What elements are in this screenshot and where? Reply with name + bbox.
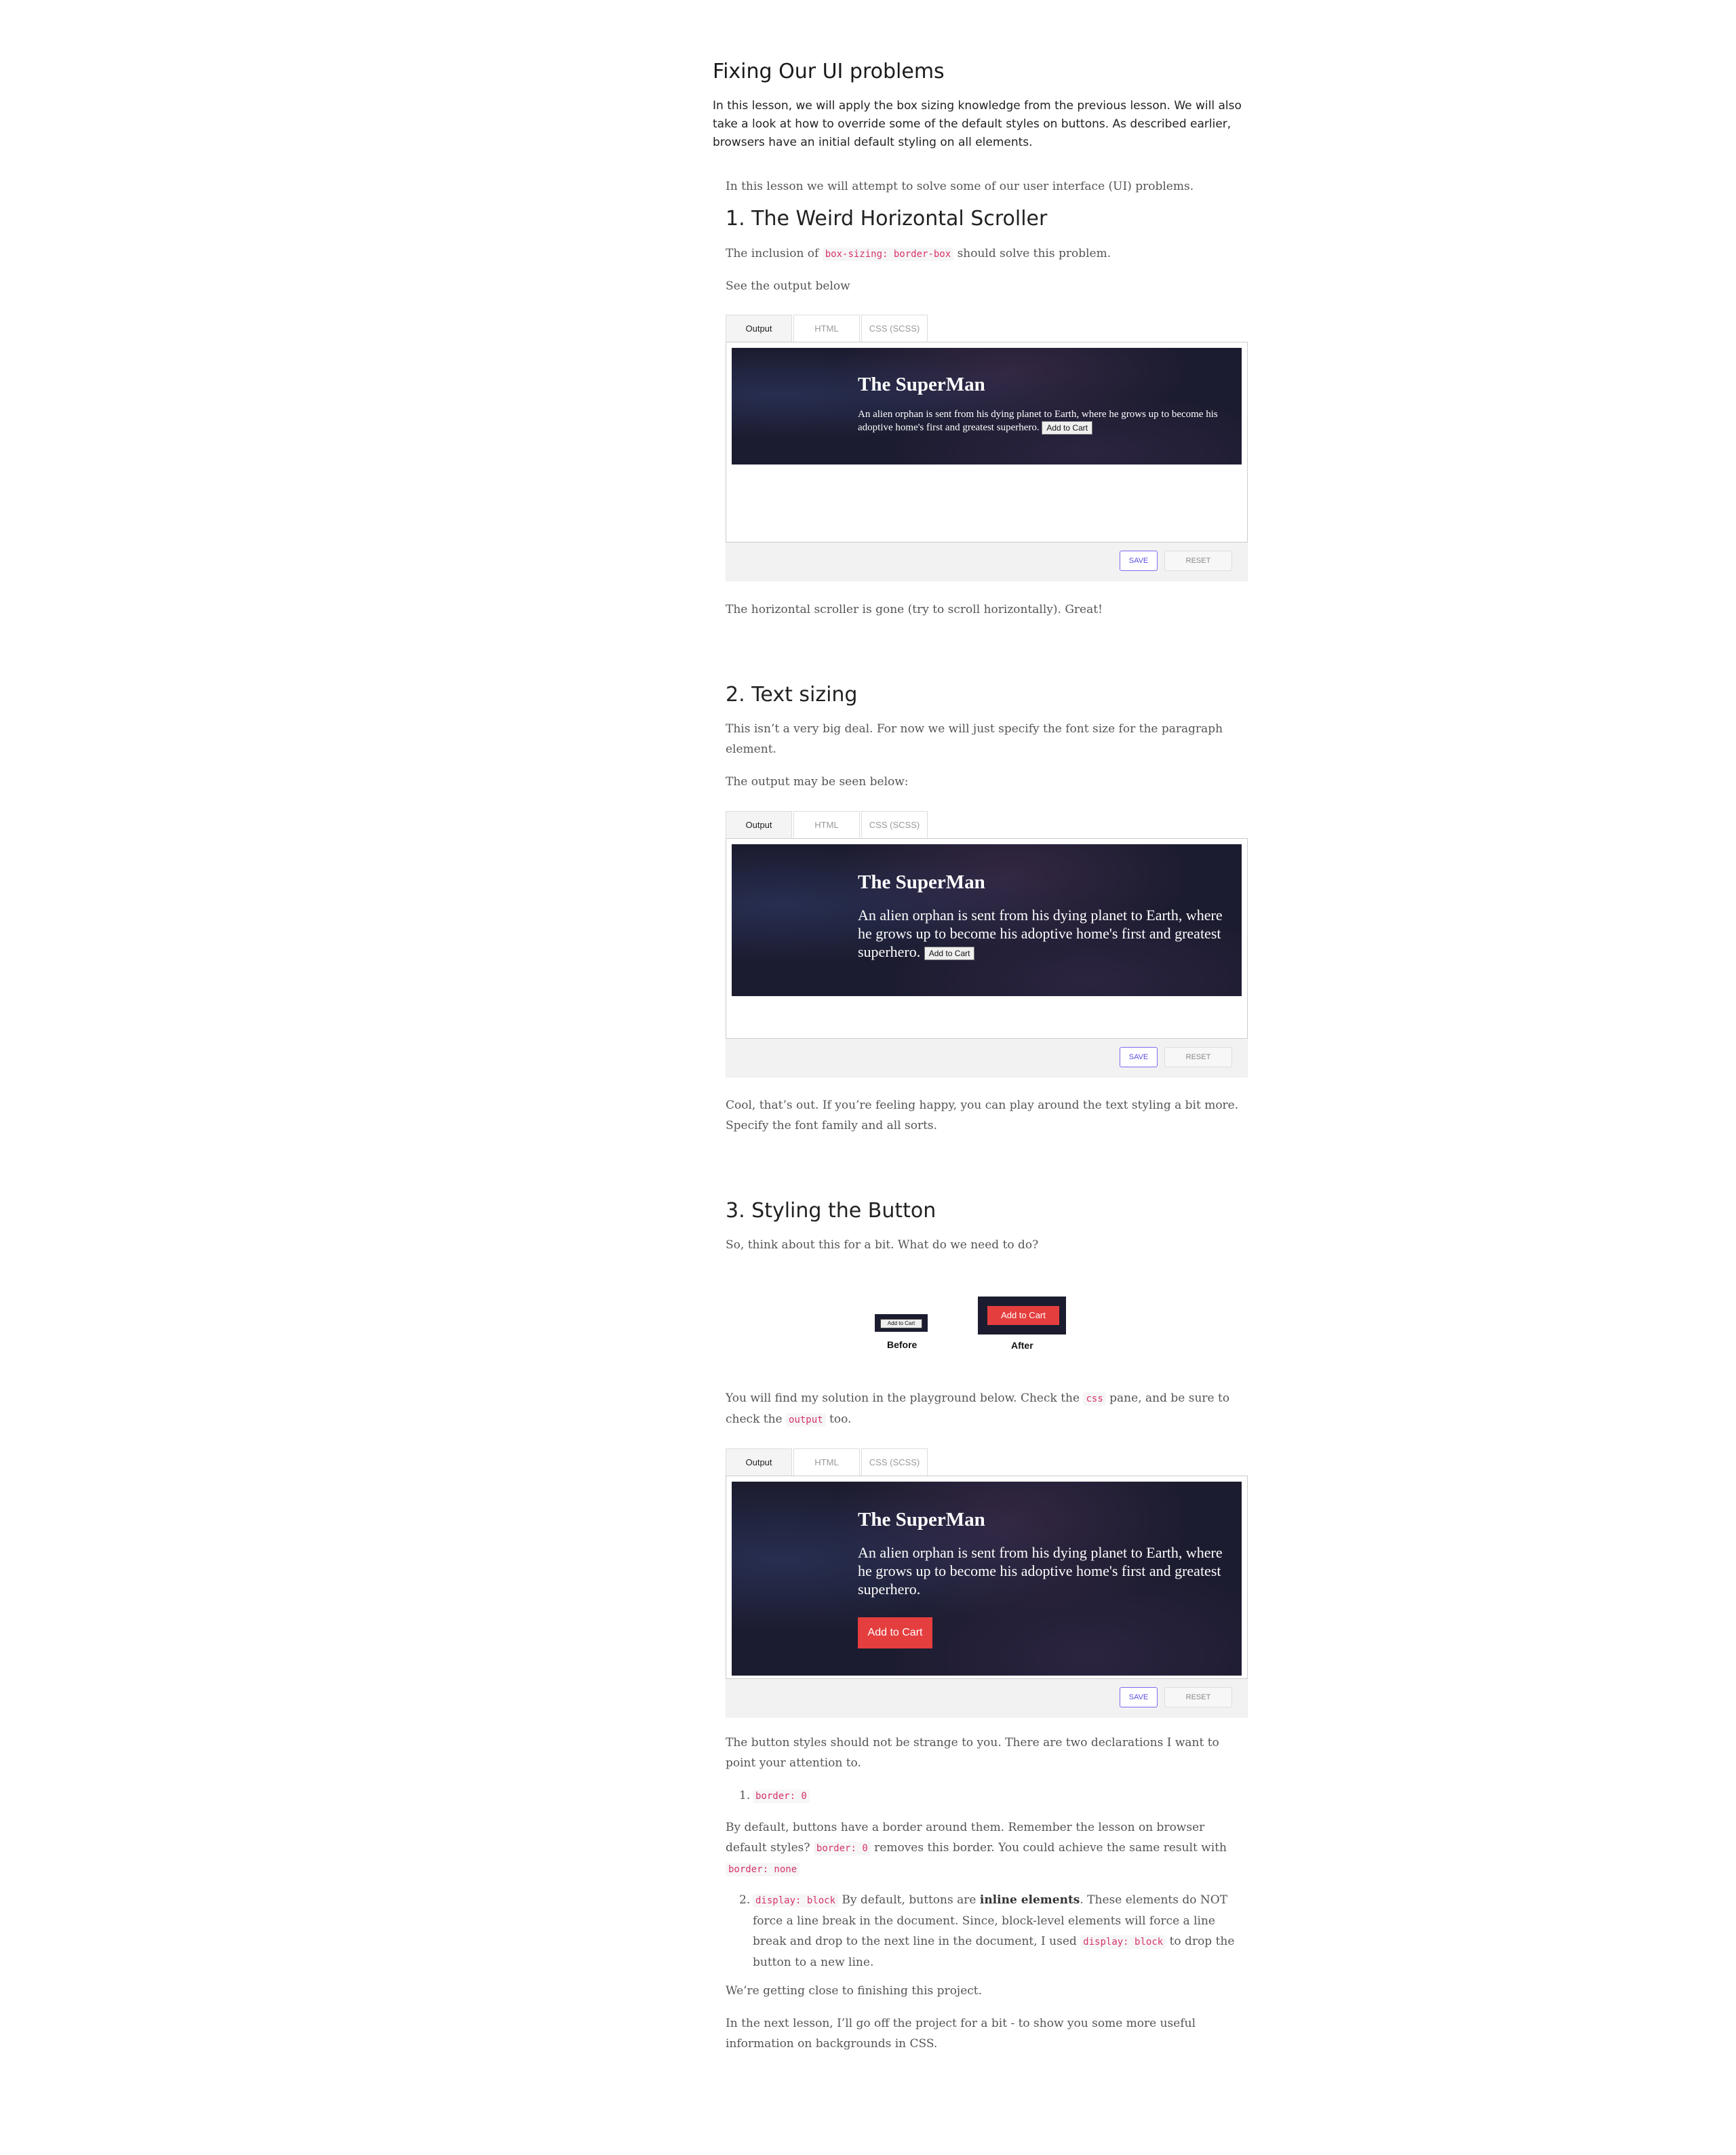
section2-after: Cool, that’s out. If you’re feeling happ… [726,1099,1239,1132]
tab-html[interactable]: HTML [793,1448,860,1476]
section3-paragraph-5: We’re getting close to finishing this pr… [726,1984,983,1998]
section2-paragraph-2: The output may be seen below: [726,775,909,789]
inline-code: output [786,1413,826,1427]
code-playground-3: Output HTML CSS (SCSS) The SuperMan An a… [726,1448,1248,1718]
hero-text: An alien orphan is sent from his dying p… [858,1544,1223,1598]
tab-css[interactable]: CSS (SCSS) [861,315,928,342]
section1-paragraph-2: See the output below [726,279,850,293]
save-button[interactable]: SAVE [1120,1047,1158,1067]
add-to-cart-button[interactable]: Add to Cart [1042,421,1093,435]
section3-paragraph-2: You will find my solution in the playgro… [726,1391,1230,1427]
section1-after: The horizontal scroller is gone (try to … [726,603,1103,616]
inline-code: border: 0 [753,1790,810,1803]
tab-css[interactable]: CSS (SCSS) [861,811,928,838]
before-figure: Add to Cart [875,1314,928,1332]
playground-tabs: Output HTML CSS (SCSS) [726,811,1248,838]
hero-banner: The SuperMan An alien orphan is sent fro… [732,844,1242,996]
section-heading-2: 2. Text sizing [726,683,858,707]
after-button-image: Add to Cart [987,1306,1059,1325]
hero-title: The SuperMan [858,871,985,893]
tab-output[interactable]: Output [726,315,792,342]
section1-paragraph: The inclusion of box-sizing: border-box … [726,247,1111,261]
output-frame: The SuperMan An alien orphan is sent fro… [726,1476,1248,1679]
hero-title: The SuperMan [858,374,985,395]
tab-output[interactable]: Output [726,1448,792,1476]
inline-code: css [1083,1392,1106,1406]
hero-text: An alien orphan is sent from his dying p… [858,907,1223,960]
page-title: Fixing Our UI problems [713,60,945,83]
save-button[interactable]: SAVE [1120,1687,1158,1707]
reset-button[interactable]: RESET [1164,1047,1232,1067]
inline-code: border: 0 [813,1842,871,1855]
output-frame: The SuperMan An alien orphan is sent fro… [726,342,1248,542]
ordered-list-1: 1. border: 0 [726,1785,1248,1806]
playground-tabs: Output HTML CSS (SCSS) [726,315,1248,342]
inline-code: display: block [753,1894,839,1907]
playground-footer: SAVE RESET [726,1039,1248,1078]
section3-paragraph-3: The button styles should not be strange … [726,1736,1219,1770]
lead-paragraph: In this lesson we will attempt to solve … [726,180,1194,193]
save-button[interactable]: SAVE [1120,551,1158,571]
section3-paragraph-6: In the next lesson, I’ll go off the proj… [726,2017,1196,2051]
inline-code: box-sizing: border-box [822,248,954,261]
hero-title: The SuperMan [858,1509,985,1530]
section-heading-3: 3. Styling the Button [726,1199,936,1223]
playground-footer: SAVE RESET [726,542,1248,581]
section2-paragraph: This isn’t a very big deal. For now we w… [726,722,1223,756]
inline-code: border: none [726,1863,800,1876]
ordered-list-2: 2. display: block By default, buttons are… [726,1890,1248,1973]
lesson-intro: In this lesson, we will apply the box si… [713,99,1242,149]
after-label: After [1011,1340,1033,1351]
code-playground-2: Output HTML CSS (SCSS) The SuperMan An a… [726,811,1248,1078]
tab-html[interactable]: HTML [793,811,860,838]
reset-button[interactable]: RESET [1164,551,1232,571]
list-item: 2. display: block By default, buttons are… [739,1893,1235,1969]
hero-banner: The SuperMan An alien orphan is sent fro… [732,348,1242,464]
tab-output[interactable]: Output [726,811,792,838]
output-frame: The SuperMan An alien orphan is sent fro… [726,838,1248,1039]
playground-tabs: Output HTML CSS (SCSS) [726,1448,1248,1476]
section3-paragraph: So, think about this for a bit. What do … [726,1238,1039,1252]
playground-footer: SAVE RESET [726,1679,1248,1718]
reset-button[interactable]: RESET [1164,1687,1232,1707]
hero-banner: The SuperMan An alien orphan is sent fro… [732,1482,1242,1676]
section-heading-1: 1. The Weird Horizontal Scroller [726,207,1048,231]
tab-css[interactable]: CSS (SCSS) [861,1448,928,1476]
add-to-cart-button[interactable]: Add to Cart [858,1617,932,1648]
inline-code: display: block [1080,1935,1166,1949]
code-playground-1: Output HTML CSS (SCSS) The SuperMan An a… [726,315,1248,581]
section3-paragraph-4: By default, buttons have a border around… [726,1821,1227,1876]
before-label: Before [887,1339,918,1350]
list-item: 1. border: 0 [726,1785,1248,1806]
tab-html[interactable]: HTML [793,315,860,342]
before-button-image: Add to Cart [880,1319,922,1328]
hero-text: An alien orphan is sent from his dying p… [858,408,1228,435]
after-figure: Add to Cart [978,1297,1066,1334]
add-to-cart-button[interactable]: Add to Cart [924,946,975,960]
